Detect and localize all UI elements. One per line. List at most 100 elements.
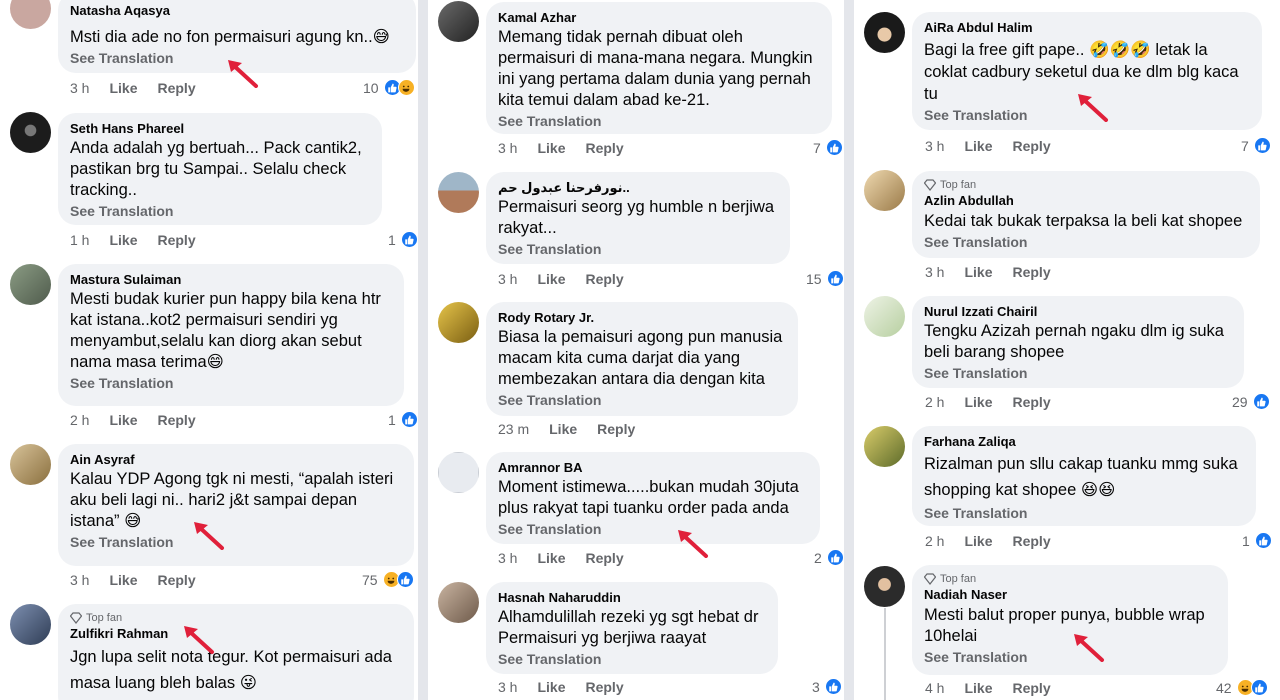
comment-time[interactable]: 3 h <box>70 80 89 96</box>
see-translation-link[interactable]: See Translation <box>498 650 766 669</box>
comment-time[interactable]: 3 h <box>70 572 89 588</box>
avatar[interactable] <box>438 172 479 213</box>
avatar[interactable] <box>10 604 51 645</box>
see-translation-link[interactable]: See Translation <box>924 648 1216 667</box>
reply-button[interactable]: Reply <box>585 550 623 566</box>
reaction-count[interactable]: 7 <box>1241 137 1271 154</box>
commenter-name[interactable]: AiRa Abdul Halim <box>924 19 1250 36</box>
reply-button[interactable]: Reply <box>585 140 623 156</box>
see-translation-link[interactable]: See Translation <box>924 504 1244 523</box>
like-button[interactable]: Like <box>964 138 992 154</box>
reaction-count[interactable]: 15 <box>806 270 844 287</box>
see-translation-link[interactable]: See Translation <box>70 533 402 552</box>
like-button[interactable]: Like <box>109 232 137 248</box>
commenter-name[interactable]: Kamal Azhar <box>498 9 820 26</box>
like-button[interactable]: Like <box>964 264 992 280</box>
see-translation-link[interactable]: See Translation <box>498 112 820 131</box>
avatar[interactable] <box>438 1 479 42</box>
commenter-name[interactable]: Ain Asyraf <box>70 451 402 468</box>
comment-time[interactable]: 3 h <box>498 550 517 566</box>
commenter-name[interactable]: Hasnah Naharuddin <box>498 589 766 606</box>
commenter-name[interactable]: Nadiah Naser <box>924 586 1216 603</box>
like-button[interactable]: Like <box>537 550 565 566</box>
comment-time[interactable]: 3 h <box>498 271 517 287</box>
avatar[interactable] <box>864 170 905 211</box>
reply-button[interactable]: Reply <box>585 271 623 287</box>
commenter-name[interactable]: Azlin Abdullah <box>924 192 1248 209</box>
reply-button[interactable]: Reply <box>157 572 195 588</box>
reply-button[interactable]: Reply <box>157 80 195 96</box>
see-translation-link[interactable]: See Translation <box>498 391 786 410</box>
like-button[interactable]: Like <box>109 80 137 96</box>
comment-time[interactable]: 2 h <box>925 533 944 549</box>
like-button[interactable]: Like <box>964 680 992 696</box>
reply-button[interactable]: Reply <box>597 421 635 437</box>
comment-text: Kalau YDP Agong tgk ni mesti, “apalah is… <box>70 470 394 530</box>
commenter-name[interactable]: Natasha Aqasya <box>70 2 404 19</box>
comment-time[interactable]: 3 h <box>925 138 944 154</box>
comment-bubble: Top fan Azlin Abdullah Kedai tak bukak t… <box>912 171 1260 258</box>
reaction-count[interactable]: 75 <box>362 571 414 588</box>
like-button[interactable]: Like <box>109 572 137 588</box>
comment-time[interactable]: 4 h <box>925 680 944 696</box>
reply-button[interactable]: Reply <box>157 412 195 428</box>
avatar[interactable] <box>438 452 479 493</box>
avatar[interactable] <box>10 264 51 305</box>
comment-time[interactable]: 3 h <box>925 264 944 280</box>
avatar[interactable] <box>864 426 905 467</box>
avatar[interactable] <box>10 112 51 153</box>
like-button[interactable]: Like <box>109 412 137 428</box>
reaction-count[interactable]: 29 <box>1232 393 1270 410</box>
comment-time[interactable]: 1 h <box>70 232 89 248</box>
like-button[interactable]: Like <box>964 394 992 410</box>
reply-button[interactable]: Reply <box>585 679 623 695</box>
comment-time[interactable]: 2 h <box>70 412 89 428</box>
comment-actions: 3 h Like Reply <box>498 140 624 156</box>
reply-button[interactable]: Reply <box>1012 394 1050 410</box>
reaction-count[interactable]: 1 <box>388 231 418 248</box>
reaction-count[interactable]: 10 <box>363 79 415 96</box>
like-button[interactable]: Like <box>537 679 565 695</box>
reaction-count[interactable]: 1 <box>1242 532 1272 549</box>
commenter-name[interactable]: Mastura Sulaiman <box>70 271 392 288</box>
see-translation-link[interactable]: See Translation <box>70 374 392 393</box>
comment-time[interactable]: 3 h <box>498 140 517 156</box>
avatar[interactable] <box>438 582 479 623</box>
reaction-count[interactable]: 42 <box>1216 679 1268 696</box>
see-translation-link[interactable]: See Translation <box>498 520 808 539</box>
comment-time[interactable]: 2 h <box>925 394 944 410</box>
commenter-name[interactable]: Farhana Zaliqa <box>924 433 1244 450</box>
commenter-name[interactable]: Zulfikri Rahman <box>70 625 402 642</box>
like-button[interactable]: Like <box>537 140 565 156</box>
commenter-name[interactable]: نورفرحنا عبدول حم.. <box>498 179 778 196</box>
avatar[interactable] <box>10 0 51 29</box>
avatar[interactable] <box>438 302 479 343</box>
commenter-name[interactable]: Nurul Izzati Chairil <box>924 303 1232 320</box>
like-reaction-icon <box>1252 393 1270 410</box>
like-button[interactable]: Like <box>964 533 992 549</box>
avatar[interactable] <box>864 566 905 607</box>
reply-button[interactable]: Reply <box>157 232 195 248</box>
comment-time[interactable]: 23 m <box>498 421 529 437</box>
avatar[interactable] <box>10 444 51 485</box>
commenter-name[interactable]: Amrannor BA <box>498 459 808 476</box>
reply-button[interactable]: Reply <box>1012 533 1050 549</box>
see-translation-link[interactable]: See Translation <box>924 364 1232 383</box>
comment-time[interactable]: 3 h <box>498 679 517 695</box>
avatar[interactable] <box>864 12 905 53</box>
avatar[interactable] <box>864 296 905 337</box>
reaction-count[interactable]: 3 <box>812 678 842 695</box>
see-translation-link[interactable]: See Translation <box>924 233 1248 252</box>
reply-button[interactable]: Reply <box>1012 680 1050 696</box>
see-translation-link[interactable]: See Translation <box>70 202 370 221</box>
reply-button[interactable]: Reply <box>1012 138 1050 154</box>
reaction-count[interactable]: 2 <box>814 549 844 566</box>
reaction-count[interactable]: 7 <box>813 139 843 156</box>
commenter-name[interactable]: Seth Hans Phareel <box>70 120 370 137</box>
reply-button[interactable]: Reply <box>1012 264 1050 280</box>
reaction-count[interactable]: 1 <box>388 411 418 428</box>
like-button[interactable]: Like <box>537 271 565 287</box>
see-translation-link[interactable]: See Translation <box>498 240 778 259</box>
like-button[interactable]: Like <box>549 421 577 437</box>
commenter-name[interactable]: Rody Rotary Jr. <box>498 309 786 326</box>
